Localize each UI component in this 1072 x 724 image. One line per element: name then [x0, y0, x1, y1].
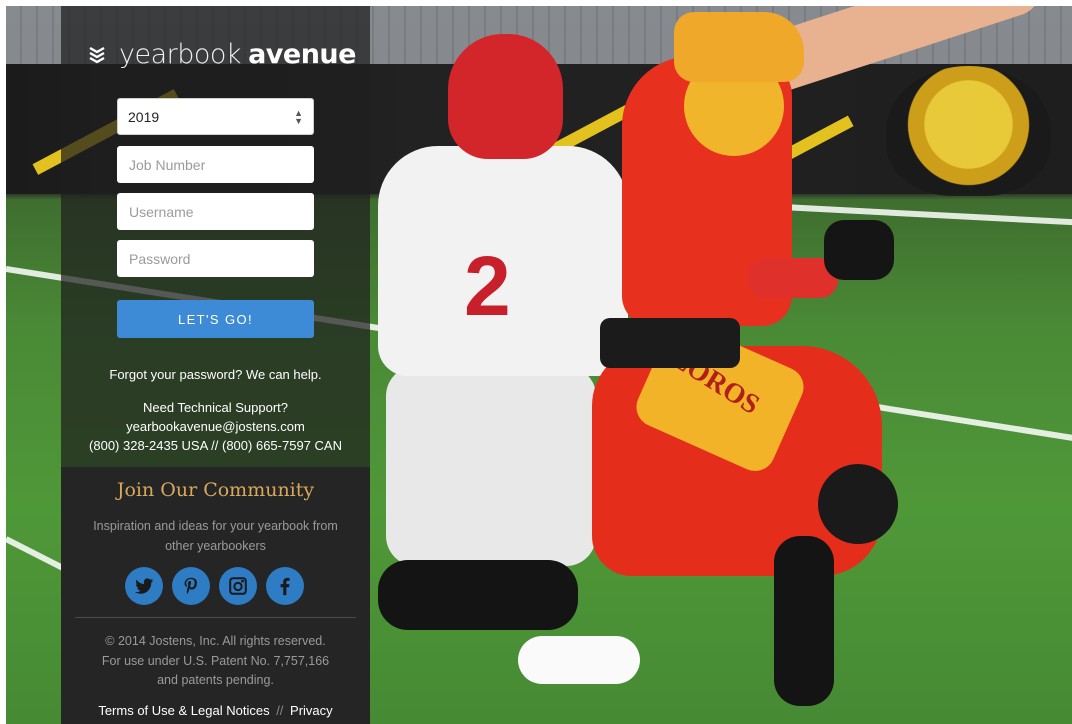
privacy-link[interactable]: Privacy — [290, 703, 333, 718]
support-heading: Need Technical Support? — [142, 400, 289, 415]
community-title: Join Our Community — [116, 479, 315, 501]
username-input[interactable] — [117, 193, 314, 230]
player-white-shoe — [518, 636, 640, 684]
terms-link[interactable]: Terms of Use & Legal Notices — [98, 703, 269, 718]
copyright-block: © 2014 Jostens, Inc. All rights reserved… — [61, 632, 370, 691]
support-block: Need Technical Support? yearbookavenue@j… — [61, 398, 370, 455]
footer-divider — [75, 617, 356, 618]
brand-logo[interactable]: yearbook avenue — [87, 36, 356, 72]
password-input[interactable] — [117, 240, 314, 277]
instagram-button[interactable] — [219, 567, 257, 605]
patent-pending-line: and patents pending. — [157, 673, 274, 687]
job-number-input[interactable] — [117, 146, 314, 183]
player-white-helmet — [448, 34, 563, 159]
pinterest-button[interactable] — [172, 567, 210, 605]
support-phones: (800) 328-2435 USA // (800) 665-7597 CAN — [89, 438, 342, 453]
lets-go-button[interactable]: LET'S GO! — [117, 300, 314, 338]
year-select[interactable]: 2019 ▲ ▼ — [117, 98, 314, 135]
player-red-glove — [824, 220, 894, 280]
select-arrows-icon: ▲ ▼ — [294, 107, 303, 126]
player-red-sock — [774, 536, 834, 706]
patent-line: For use under U.S. Patent No. 7,757,166 — [101, 653, 330, 668]
community-description: Inspiration and ideas for your yearbook … — [93, 519, 338, 553]
player-red-knee-pad — [818, 464, 898, 544]
jersey-number: 2 — [464, 239, 511, 333]
pinterest-icon — [184, 577, 197, 595]
facebook-button[interactable] — [266, 567, 304, 605]
year-select-value: 2019 — [128, 108, 160, 125]
chevron-stack-icon — [89, 46, 105, 64]
brand-name-bold: avenue — [248, 38, 356, 70]
player-red-helmet — [674, 12, 804, 82]
social-links — [125, 567, 304, 605]
tiger-logo — [886, 66, 1051, 196]
forgot-password-link[interactable]: Forgot your password? We can help. — [61, 367, 370, 382]
support-email-link[interactable]: yearbookavenue@jostens.com — [61, 417, 370, 436]
twitter-icon — [134, 578, 154, 594]
copyright-line: © 2014 Jostens, Inc. All rights reserved… — [105, 634, 326, 648]
player-red-belt — [600, 318, 740, 368]
player-red-sock — [378, 560, 578, 630]
brand-name-light: yearbook — [119, 38, 242, 70]
instagram-icon — [229, 577, 247, 595]
facebook-icon — [280, 577, 290, 596]
player-white-legs — [386, 366, 596, 566]
footer-separator: // — [276, 703, 284, 718]
login-panel: yearbook avenue 2019 ▲▼ LET'S GO! Forgot… — [61, 6, 370, 724]
twitter-button[interactable] — [125, 567, 163, 605]
footer-links: Terms of Use & Legal Notices // Privacy — [61, 703, 370, 718]
